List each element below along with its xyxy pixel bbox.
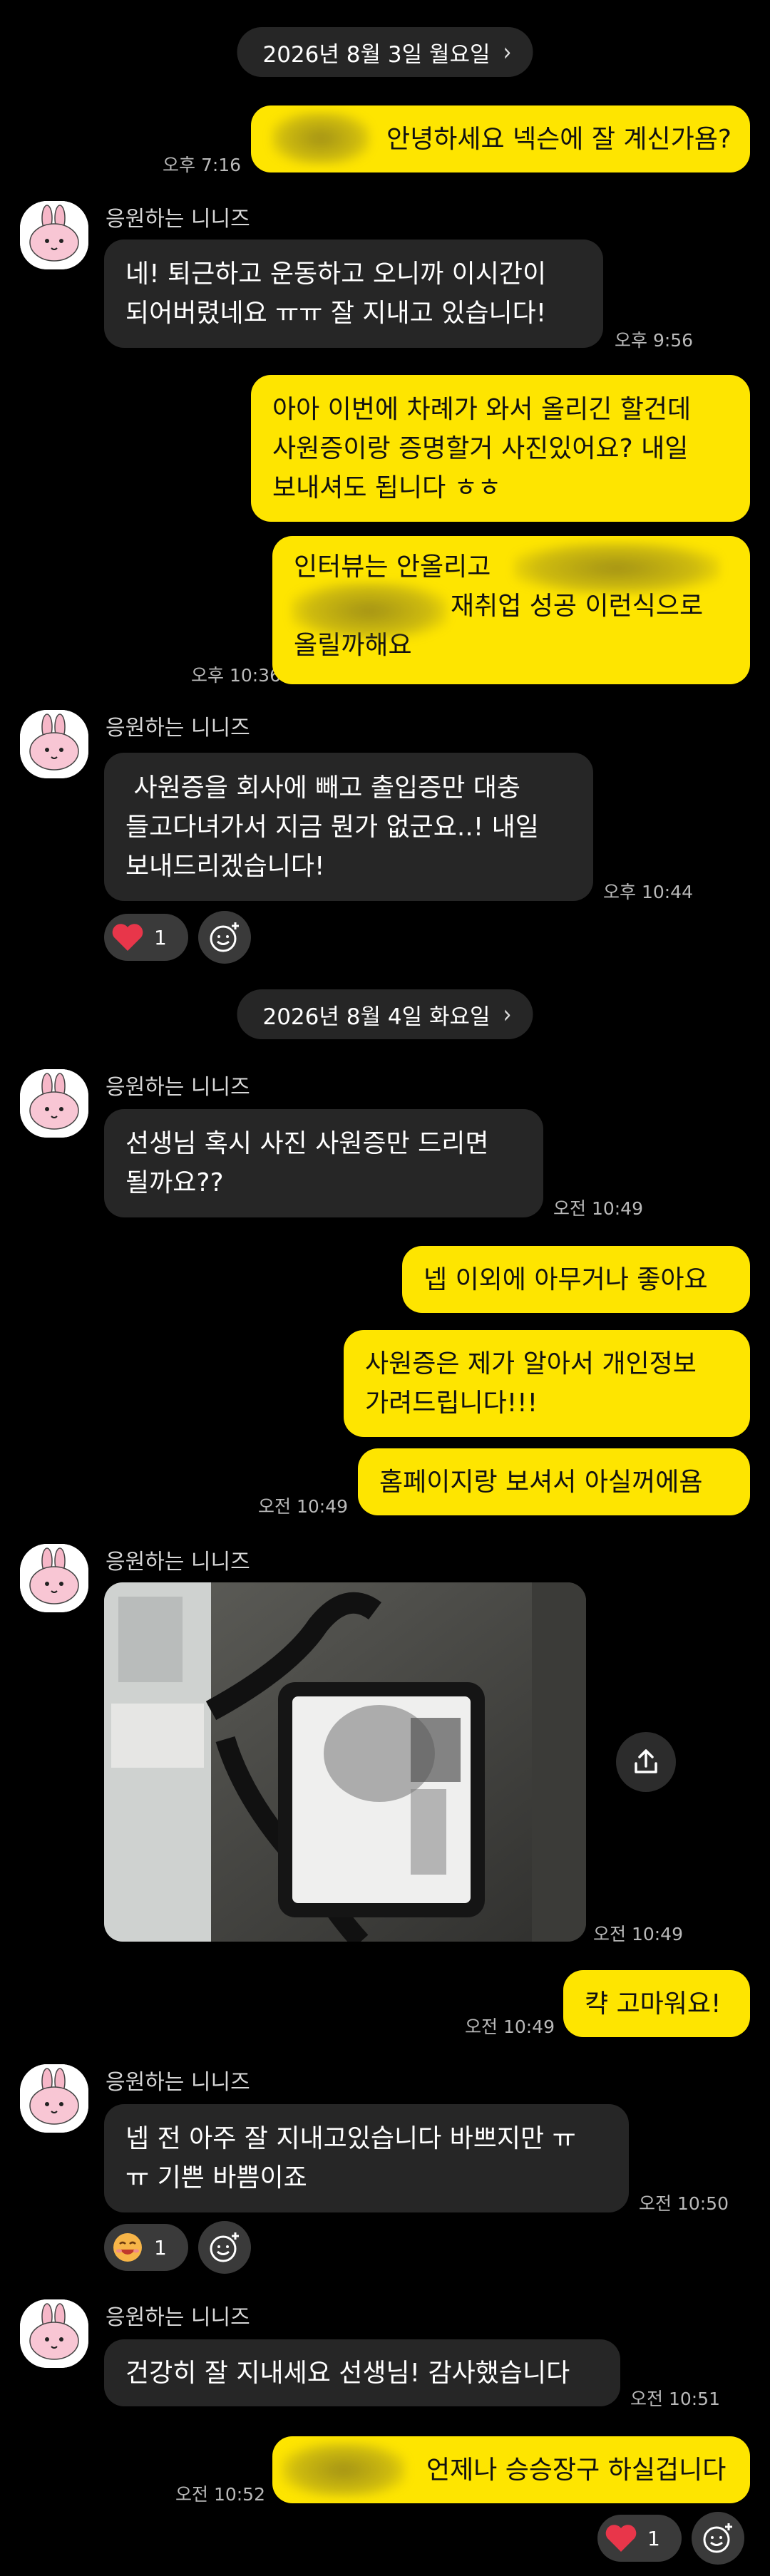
contact-name: 응원하는 니니즈	[106, 2305, 250, 2330]
date-label: 2026년 8월 3일 월요일	[262, 41, 491, 68]
reaction-badge[interactable]: 1	[597, 2515, 682, 2562]
pink-bunny-icon	[20, 2064, 88, 2133]
chevron-right-icon: ›	[503, 999, 512, 1029]
message-time: 오전 10:51	[630, 2389, 720, 2409]
reaction-badge[interactable]: 1	[104, 2224, 188, 2271]
avatar[interactable]	[20, 710, 88, 778]
avatar[interactable]	[20, 2064, 88, 2133]
reaction-count: 1	[154, 2235, 167, 2260]
add-reaction-button[interactable]	[198, 2221, 251, 2274]
message-text: 아아 이번에 차례가 와서 올리긴 할건데 사원증이랑 증명할거 사진있어요? …	[272, 394, 692, 503]
message-text: 사원증은 제가 알아서 개인정보 가려드립니다!!!	[365, 1349, 697, 1418]
my-message-bubble[interactable]: 넵 이외에 아무거나 좋아요	[402, 1246, 750, 1313]
message-text: 사원증을 회사에 빼고 출입증만 대충 들고다녀가서 지금 뭔가 없군요..! …	[125, 773, 539, 881]
contact-name: 응원하는 니니즈	[106, 207, 250, 232]
date-divider[interactable]: 2026년 8월 3일 월요일 ›	[237, 27, 533, 77]
message-text: 넵 이외에 아무거나 좋아요	[423, 1264, 708, 1294]
pink-bunny-icon	[20, 1069, 88, 1138]
chevron-right-icon: ›	[503, 37, 512, 67]
message-time: 오전 10:49	[593, 1924, 683, 1944]
message-time: 오전 10:50	[639, 2193, 729, 2214]
contact-name: 응원하는 니니즈	[106, 1075, 250, 1100]
message-time: 오후 9:56	[615, 330, 694, 351]
add-emoji-icon	[703, 2523, 732, 2553]
message-text: 넵 전 아주 잘 지내고있습니다 바쁘지만 ㅠ ㅠ 기쁜 바쁨이죠	[125, 2124, 576, 2193]
heart-icon	[112, 924, 143, 951]
message-text: 네! 퇴근하고 운동하고 오니까 이시간이 되어버렸네요 ㅠㅠ 잘 지내고 있습…	[125, 259, 547, 328]
add-emoji-icon	[210, 2232, 239, 2262]
message-text: 건강히 잘 지내세요 선생님! 감사했습니다	[125, 2358, 570, 2388]
message-time: 오후 10:44	[603, 882, 693, 902]
share-icon	[635, 1749, 657, 1773]
message-text: 캭 고마워요!	[585, 1989, 722, 2019]
message-text: 선생님 혹시 사진 사원증만 드리면 될까요??	[125, 1129, 489, 1197]
contact-name: 응원하는 니니즈	[106, 2070, 250, 2095]
message-time: 오전 10:52	[175, 2484, 265, 2505]
my-message-bubble[interactable]: 캭 고마워요!	[563, 1970, 750, 2037]
my-message-bubble[interactable]: 아아 이번에 차례가 와서 올리긴 할건데 사원증이랑 증명할거 사진있어요? …	[251, 375, 750, 522]
contact-name: 응원하는 니니즈	[106, 716, 250, 741]
message-text: 홈페이지랑 보셔서 아실꺼에욤	[379, 1467, 703, 1497]
date-divider[interactable]: 2026년 8월 4일 화요일 ›	[237, 989, 533, 1039]
employee-badge-photo	[104, 1582, 586, 1942]
pink-bunny-icon	[20, 2299, 88, 2368]
reaction-count: 1	[647, 2526, 660, 2550]
redaction-blur	[513, 542, 720, 594]
share-button[interactable]	[616, 1732, 676, 1792]
add-emoji-icon	[210, 922, 239, 952]
message-time: 오후 7:16	[163, 155, 242, 175]
my-message-bubble[interactable]: 홈페이지랑 보셔서 아실꺼에욤	[358, 1448, 750, 1515]
photo-message[interactable]	[104, 1582, 586, 1942]
message-time: 오후 10:36	[191, 665, 281, 686]
redaction-blur	[281, 2442, 406, 2498]
their-message-bubble[interactable]: 넵 전 아주 잘 지내고있습니다 바쁘지만 ㅠ ㅠ 기쁜 바쁨이죠	[104, 2104, 629, 2212]
avatar[interactable]	[20, 201, 88, 269]
reaction-count: 1	[154, 925, 167, 949]
redaction-blur	[271, 111, 371, 165]
date-label: 2026년 8월 4일 화요일	[262, 1004, 491, 1030]
my-message-bubble[interactable]: 사원증은 제가 알아서 개인정보 가려드립니다!!!	[344, 1330, 750, 1437]
message-time: 오전 10:49	[553, 1198, 643, 1219]
their-message-bubble[interactable]: 네! 퇴근하고 운동하고 오니까 이시간이 되어버렸네요 ㅠㅠ 잘 지내고 있습…	[104, 239, 603, 348]
heart-icon	[605, 2525, 637, 2552]
their-message-bubble[interactable]: 건강히 잘 지내세요 선생님! 감사했습니다	[104, 2339, 620, 2406]
their-message-bubble[interactable]: 선생님 혹시 사진 사원증만 드리면 될까요??	[104, 1109, 543, 1217]
contact-name: 응원하는 니니즈	[106, 1550, 250, 1575]
pink-bunny-icon	[20, 710, 88, 778]
message-time: 오전 10:49	[258, 1496, 348, 1517]
add-reaction-button[interactable]	[198, 911, 251, 964]
message-time: 오전 10:49	[465, 2016, 555, 2037]
avatar[interactable]	[20, 1544, 88, 1612]
message-text: 언제나 승승장구 하실겁니다	[426, 2455, 727, 2485]
add-reaction-button[interactable]	[692, 2512, 744, 2565]
reaction-badge[interactable]: 1	[104, 914, 188, 961]
pink-bunny-icon	[20, 1544, 88, 1612]
pink-bunny-icon	[20, 201, 88, 269]
avatar[interactable]	[20, 1069, 88, 1138]
grin-emoji-icon	[113, 2233, 142, 2262]
their-message-bubble[interactable]: 사원증을 회사에 빼고 출입증만 대충 들고다녀가서 지금 뭔가 없군요..! …	[104, 753, 593, 901]
avatar[interactable]	[20, 2299, 88, 2368]
redaction-blur	[291, 582, 448, 640]
message-text: 안녕하세요 넥슨에 잘 계신가욤?	[386, 124, 732, 154]
